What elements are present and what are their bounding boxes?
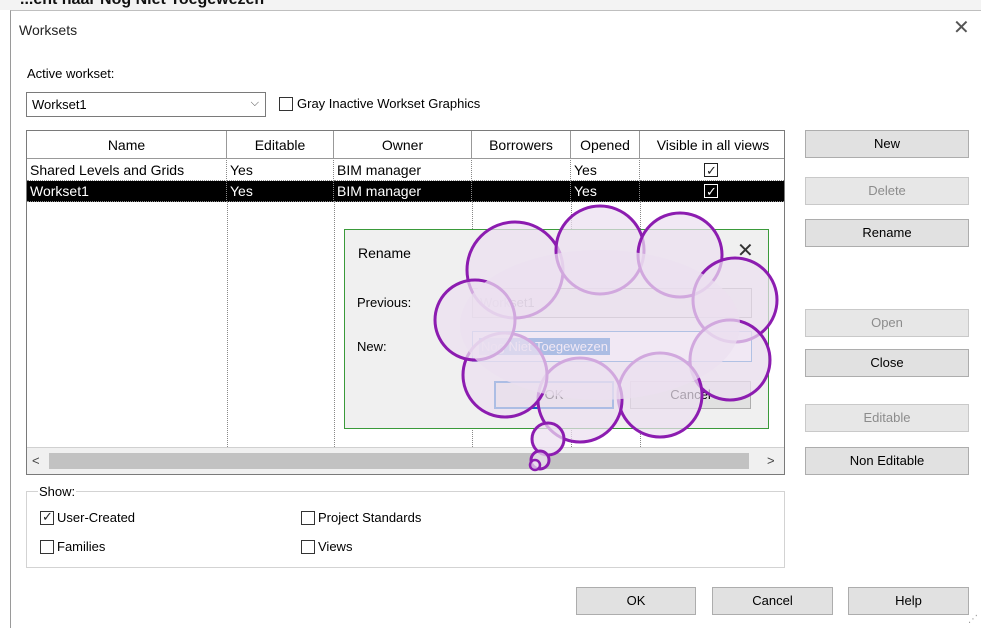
column-header-owner[interactable]: Owner <box>334 131 472 159</box>
families-label: Families <box>57 539 106 554</box>
background-heading-strip: ...ent naar Nog Niet Toegewezen <box>0 0 981 10</box>
new-button[interactable]: New <box>805 130 969 158</box>
close-icon[interactable]: ✕ <box>953 18 970 38</box>
column-header-name[interactable]: Name <box>27 131 227 159</box>
editable-button[interactable]: Editable <box>805 404 969 432</box>
help-button[interactable]: Help <box>848 587 969 615</box>
scroll-right-icon[interactable]: > <box>767 453 775 468</box>
active-workset-label: Active workset: <box>27 66 115 81</box>
dialog-title: Worksets <box>19 22 78 38</box>
new-name-selected-text: Nog Niet Toegewezen <box>479 338 610 355</box>
table-row-cell-borrowers[interactable] <box>472 181 571 202</box>
gray-inactive-checkbox[interactable] <box>279 97 293 111</box>
rename-cancel-button[interactable]: Cancel <box>630 381 751 409</box>
delete-button[interactable]: Delete <box>805 177 969 205</box>
column-header-editable[interactable]: Editable <box>227 131 334 159</box>
active-workset-value: Workset1 <box>32 97 87 112</box>
views-label: Views <box>318 539 353 554</box>
table-row-cell-name[interactable]: Workset1 <box>27 181 227 202</box>
table-row-cell-owner[interactable]: BIM manager <box>334 160 472 181</box>
show-groupbox <box>26 491 785 568</box>
user-created-checkbox[interactable] <box>40 509 54 525</box>
column-header-borrowers[interactable]: Borrowers <box>472 131 571 159</box>
scroll-left-icon[interactable]: < <box>32 453 40 468</box>
column-header-opened[interactable]: Opened <box>571 131 640 159</box>
previous-label: Previous: <box>357 295 412 310</box>
table-row-cell-opened[interactable]: Yes <box>571 181 640 202</box>
close-icon[interactable]: ✕ <box>737 238 754 263</box>
views-checkbox[interactable] <box>301 540 315 554</box>
families-checkbox[interactable] <box>40 540 54 554</box>
new-label: New: <box>357 339 387 354</box>
column-divider <box>334 202 335 447</box>
table-row-cell-editable[interactable]: Yes <box>227 181 334 202</box>
project-standards-checkbox[interactable] <box>301 511 315 525</box>
open-button[interactable]: Open <box>805 309 969 337</box>
horizontal-scrollbar[interactable]: < > <box>27 447 784 474</box>
table-row-cell-owner[interactable]: BIM manager <box>334 181 472 202</box>
table-row-cell-borrowers[interactable] <box>472 160 571 181</box>
previous-name-field: Workset1 <box>472 288 752 318</box>
background-heading: ...ent naar Nog Niet Toegewezen <box>20 0 264 9</box>
rename-dialog: Rename ✕ Previous: Workset1 New: Nog Nie… <box>344 229 769 429</box>
gray-inactive-label: Gray Inactive Workset Graphics <box>297 96 481 111</box>
table-row-cell-visible[interactable] <box>640 181 784 202</box>
new-name-input[interactable]: Nog Niet Toegewezen <box>472 331 752 362</box>
visible-checkbox[interactable] <box>704 181 718 201</box>
column-divider <box>227 202 228 447</box>
column-header-visible[interactable]: Visible in all views <box>640 131 784 159</box>
table-row-cell-opened[interactable]: Yes <box>571 160 640 181</box>
table-row-cell-editable[interactable]: Yes <box>227 160 334 181</box>
active-workset-dropdown[interactable]: Workset1 ⌵ <box>26 92 266 117</box>
scrollbar-thumb[interactable] <box>49 453 749 469</box>
rename-title: Rename <box>358 245 411 261</box>
non-editable-button[interactable]: Non Editable <box>805 447 969 475</box>
close-button[interactable]: Close <box>805 349 969 377</box>
cancel-button[interactable]: Cancel <box>712 587 833 615</box>
ok-button[interactable]: OK <box>576 587 696 615</box>
rename-ok-button[interactable]: OK <box>494 381 614 409</box>
rename-button[interactable]: Rename <box>805 219 969 247</box>
resize-grip-icon[interactable]: ⋰ <box>968 614 978 625</box>
visible-checkbox[interactable] <box>704 160 718 180</box>
chevron-down-icon[interactable]: ⌵ <box>251 97 259 110</box>
user-created-label: User-Created <box>57 510 136 525</box>
project-standards-label: Project Standards <box>318 510 422 525</box>
table-row-cell-name[interactable]: Shared Levels and Grids <box>27 160 227 181</box>
show-label: Show: <box>38 484 77 499</box>
table-row-cell-visible[interactable] <box>640 160 784 181</box>
